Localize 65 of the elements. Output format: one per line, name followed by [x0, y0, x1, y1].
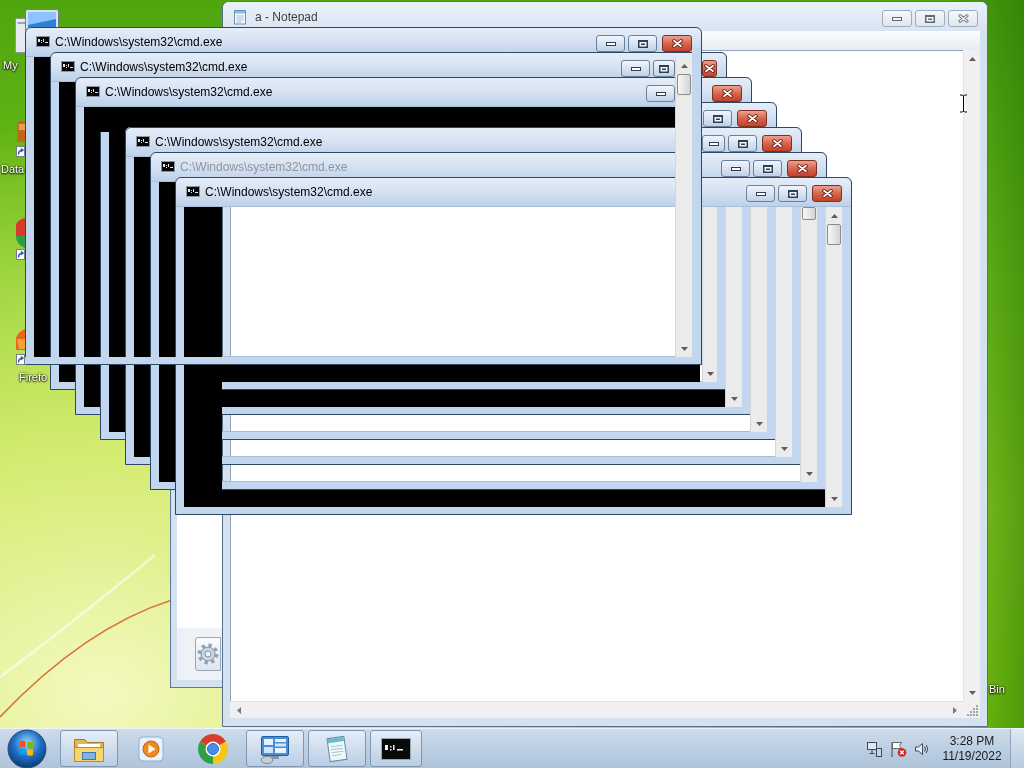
minimize-icon — [630, 66, 641, 71]
window-title: C:\Windows\system32\cmd.exe — [180, 159, 348, 174]
window-title: C:\Windows\system32\cmd.exe — [205, 184, 373, 199]
taskbar-button[interactable] — [370, 730, 422, 767]
minimize-icon — [730, 166, 741, 171]
window-title: C:\Windows\system32\cmd.exe — [155, 134, 323, 149]
network-icon[interactable] — [866, 740, 882, 757]
clock-date[interactable]: 11/19/2022 — [942, 748, 1002, 764]
icon-label[interactable]: Firefo — [19, 371, 48, 384]
close-button[interactable] — [948, 10, 978, 27]
scrollbar[interactable] — [230, 701, 963, 718]
icon-label[interactable]: Data — [1, 163, 25, 176]
console-icon — [136, 136, 150, 147]
close-icon — [704, 64, 715, 73]
maximize-icon — [925, 14, 935, 23]
shortcut-icon[interactable] — [15, 118, 25, 160]
console-icon — [36, 36, 50, 47]
settings-button[interactable] — [195, 637, 221, 671]
minimize-icon — [605, 41, 616, 46]
monitor-panel-icon — [258, 733, 292, 764]
scroll-up-icon[interactable] — [968, 56, 976, 61]
minimize-icon — [708, 141, 719, 146]
close-icon — [771, 139, 783, 148]
console-icon — [86, 86, 100, 97]
flag-icon[interactable] — [889, 740, 907, 757]
tricolor-circle-icon — [197, 732, 229, 765]
minimize-button[interactable] — [882, 10, 912, 27]
window-title: C:\Windows\system32\cmd.exe — [55, 34, 223, 49]
scroll-left-icon[interactable] — [236, 706, 241, 714]
window-title: C:\Windows\system32\cmd.exe — [105, 84, 273, 99]
console-icon — [381, 737, 411, 760]
close-icon — [957, 14, 969, 23]
minimize-icon — [655, 91, 666, 96]
play-icon — [138, 735, 164, 762]
shortcut-icon[interactable] — [15, 328, 25, 368]
minimize-icon — [892, 16, 902, 21]
console-icon — [161, 161, 175, 172]
shortcut-icon[interactable] — [15, 216, 25, 262]
maximize-button[interactable] — [915, 10, 945, 27]
close-icon — [821, 189, 833, 198]
close-icon — [721, 89, 733, 98]
speaker-icon[interactable] — [914, 740, 930, 757]
gear-icon — [196, 642, 220, 666]
notepad-icon — [232, 8, 248, 25]
maximize-icon — [659, 64, 669, 73]
scroll-right-icon[interactable] — [952, 706, 957, 714]
close-icon — [671, 39, 683, 48]
console-icon — [186, 186, 200, 197]
console-icon — [61, 61, 75, 72]
maximize-icon — [787, 189, 798, 198]
maximize-icon — [762, 164, 773, 173]
window-title: C:\Windows\system32\cmd.exe — [80, 59, 248, 74]
maximize-icon — [637, 39, 648, 48]
icon-label[interactable]: Bin — [989, 683, 1005, 696]
maximize-icon — [712, 114, 723, 123]
start-orb-icon — [7, 728, 47, 768]
close-icon — [746, 114, 758, 123]
scrollbar[interactable] — [963, 50, 980, 701]
window-title: a - Notepad — [255, 8, 318, 26]
maximize-icon — [737, 139, 748, 148]
scroll-down-icon[interactable] — [968, 690, 976, 695]
icon-label[interactable]: My — [3, 59, 18, 72]
close-icon — [796, 164, 808, 173]
clock-time[interactable]: 3:28 PM — [949, 733, 995, 749]
minimize-icon — [755, 191, 766, 196]
